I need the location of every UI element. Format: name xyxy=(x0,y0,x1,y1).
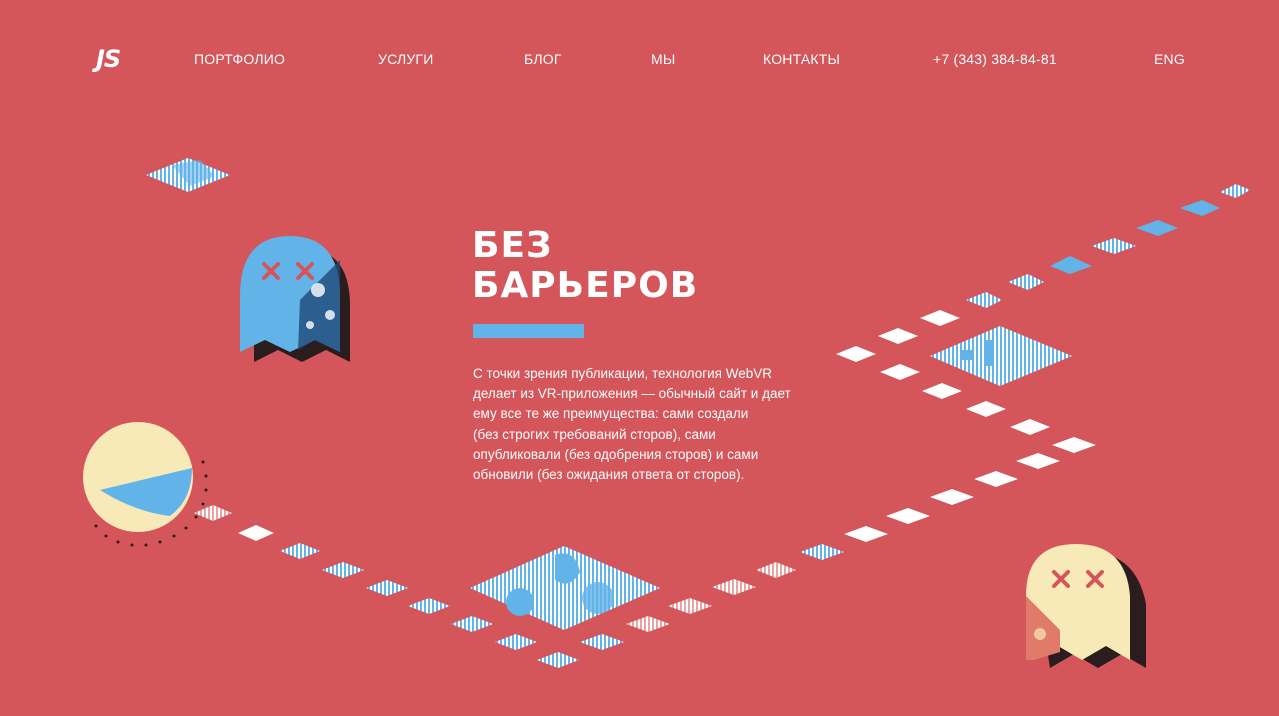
title-line-1: БЕЗ xyxy=(472,225,553,266)
description-line: делает из VR-приложения — обычный сайт и… xyxy=(473,386,791,402)
title-line-2: БАРЬЕРОВ xyxy=(472,265,699,306)
page-title: БЕЗ БАРЬЕРОВ xyxy=(472,226,772,306)
description-line: С точки зрения публикации, технология We… xyxy=(473,366,773,381)
diamond-grid xyxy=(836,184,1250,435)
dead-ghost-icon xyxy=(240,236,350,362)
accent-bar xyxy=(473,324,584,338)
description-line: ему все те же преимущества: сами создали xyxy=(473,406,749,422)
description-line: опубликовали (без одобрения сторов) и са… xyxy=(473,446,759,462)
diamond-tile-icon xyxy=(146,158,230,192)
decorative-illustration xyxy=(83,158,1250,668)
dead-ghost-icon xyxy=(1026,544,1146,668)
diamond-tile-icon xyxy=(470,546,660,630)
description-line: обновили (без ожидания ответа от сторов)… xyxy=(473,467,745,483)
hero-description: С точки зрения публикации, технология We… xyxy=(473,364,803,485)
pacman-icon xyxy=(83,422,208,547)
description-line: (без строгих требований сторов), сами xyxy=(473,426,716,442)
